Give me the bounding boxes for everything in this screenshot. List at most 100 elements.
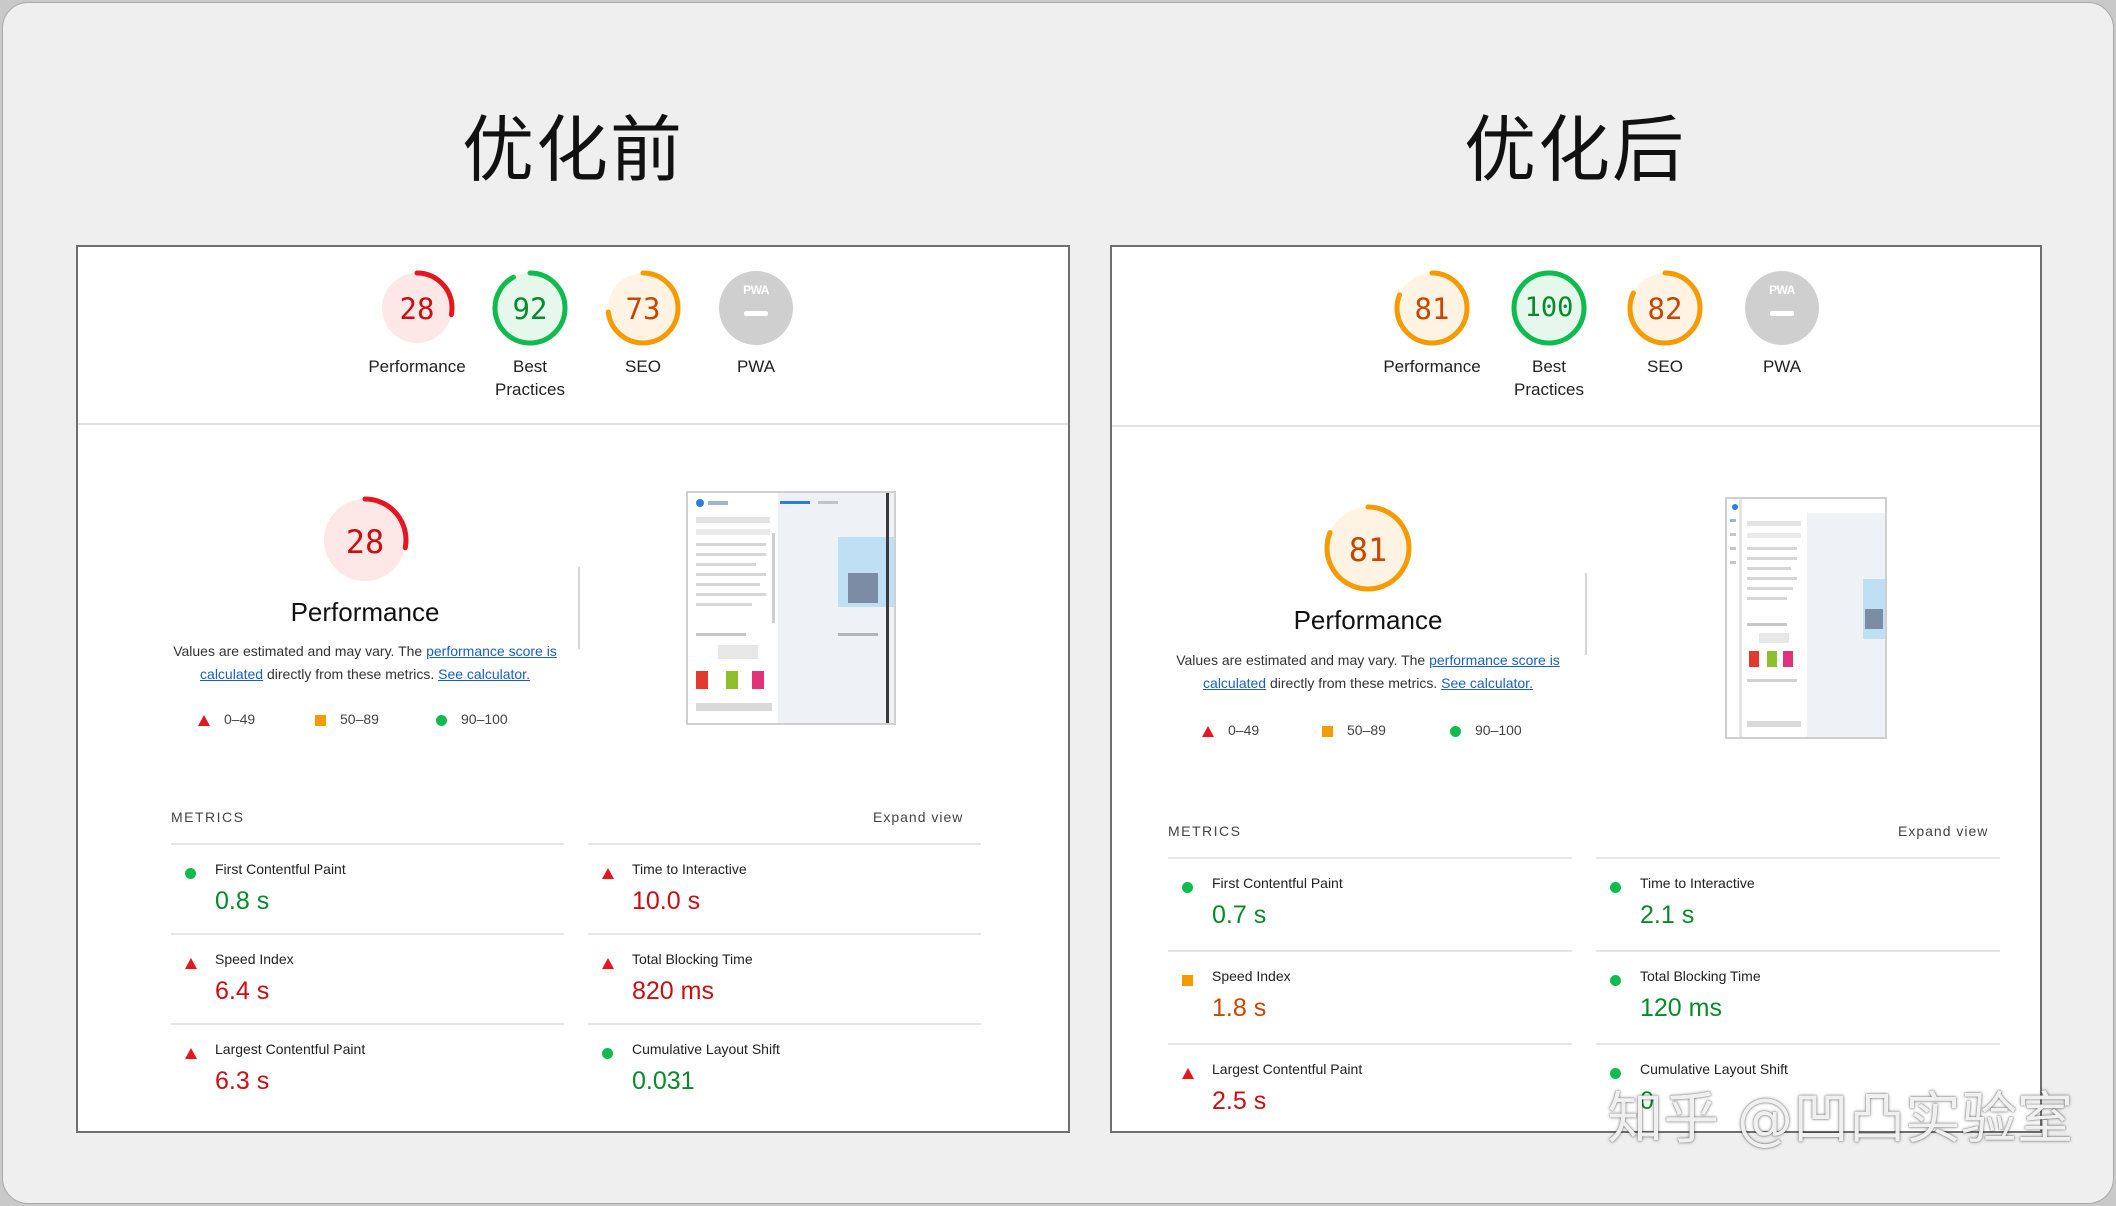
gauge-label: SEO bbox=[1647, 357, 1683, 376]
metric-name: Largest Contentful Paint bbox=[215, 1041, 366, 1057]
gauge-seo[interactable]: 82 SEO bbox=[1600, 269, 1730, 378]
gauge-label: PWA bbox=[1762, 357, 1802, 376]
gauge-seo[interactable]: 73 SEO bbox=[578, 269, 708, 378]
gauge-best-practices[interactable]: 92 Best Practices bbox=[465, 269, 595, 401]
metric-name: Largest Contentful Paint bbox=[1212, 1061, 1363, 1077]
gauge-performance[interactable]: 28 Performance bbox=[352, 269, 482, 378]
metric-value: 0.031 bbox=[632, 1067, 695, 1095]
lighthouse-report-before: 28 Performance 92 Best Practices 73 SEO … bbox=[76, 245, 1070, 1133]
score-legend: 0–49 50–89 90–100 bbox=[198, 711, 598, 731]
metric-speed-index: Speed Index 6.4 s bbox=[171, 933, 564, 1025]
circle-icon bbox=[1610, 975, 1621, 987]
legend-green: 90–100 bbox=[1450, 722, 1522, 738]
comparison-frame: 优化前 28 Performance 92 Best Practices 73 … bbox=[2, 2, 2114, 1204]
see-calculator-link[interactable]: See calculator. bbox=[1441, 675, 1533, 691]
desc-text: Values are estimated and may vary. The bbox=[173, 643, 427, 659]
desc-text: directly from these metrics. bbox=[1266, 675, 1442, 691]
metric-value: 120 ms bbox=[1640, 994, 1722, 1022]
circle-icon bbox=[436, 714, 447, 726]
see-calculator-link[interactable]: See calculator. bbox=[438, 666, 530, 682]
page-screenshot-icon bbox=[688, 493, 894, 723]
circle-icon bbox=[185, 868, 196, 880]
metrics-label: METRICS bbox=[1168, 823, 1242, 839]
desc-text: Values are estimated and may vary. The bbox=[1176, 652, 1430, 668]
circle-icon bbox=[602, 1048, 613, 1060]
metric-cumulative-layout-shift: Cumulative Layout Shift 0.031 bbox=[588, 1023, 981, 1115]
expand-view-button[interactable]: Expand view bbox=[1898, 823, 1988, 839]
metric-name: Speed Index bbox=[1212, 968, 1291, 984]
gauge-score: 28 bbox=[399, 292, 435, 326]
metric-total-blocking-time: Total Blocking Time 820 ms bbox=[588, 933, 981, 1025]
gauge-pwa[interactable]: PWA PWA bbox=[1717, 269, 1847, 378]
pwa-dash-icon bbox=[1770, 311, 1794, 316]
metric-value: 0.7 s bbox=[1212, 901, 1267, 929]
watermark: 知乎 @凹凸实验室 bbox=[1607, 1087, 2073, 1152]
gauge-best-practices[interactable]: 100 Best Practices bbox=[1484, 269, 1614, 401]
lighthouse-report-after: 81 Performance 100 Best Practices 82 SEO… bbox=[1110, 245, 2042, 1133]
page-screenshot-icon bbox=[1727, 499, 1885, 737]
performance-score: 81 bbox=[1348, 531, 1388, 569]
metric-total-blocking-time: Total Blocking Time 120 ms bbox=[1596, 950, 2000, 1045]
gauge-performance[interactable]: 81 Performance bbox=[1367, 269, 1497, 378]
metrics-label: METRICS bbox=[171, 809, 245, 825]
score-legend: 0–49 50–89 90–100 bbox=[1202, 722, 1602, 742]
gauge-label: Performance bbox=[1383, 357, 1481, 376]
metric-name: First Contentful Paint bbox=[215, 861, 346, 877]
performance-score-gauge: 28 bbox=[320, 495, 410, 585]
desc-text: directly from these metrics. bbox=[263, 666, 439, 682]
gauge-score: 92 bbox=[512, 292, 548, 326]
metric-value: 10.0 s bbox=[632, 887, 701, 915]
divider bbox=[78, 423, 1068, 425]
performance-score: 28 bbox=[345, 523, 385, 561]
triangle-icon bbox=[198, 714, 210, 726]
circle-icon bbox=[1450, 725, 1461, 737]
metric-name: Cumulative Layout Shift bbox=[632, 1041, 780, 1057]
vertical-divider bbox=[578, 567, 580, 649]
triangle-icon bbox=[1202, 725, 1214, 737]
metric-value: 2.1 s bbox=[1640, 901, 1695, 929]
metric-largest-contentful-paint: Largest Contentful Paint 2.5 s bbox=[1168, 1043, 1572, 1131]
metric-value: 6.3 s bbox=[215, 1067, 270, 1095]
legend-orange: 50–89 bbox=[1322, 722, 1386, 738]
legend-orange: 50–89 bbox=[315, 711, 379, 727]
triangle-icon bbox=[185, 1048, 197, 1060]
heading-before: 优化前 bbox=[461, 108, 684, 192]
metric-value: 0.8 s bbox=[215, 887, 270, 915]
gauge-pwa[interactable]: PWA PWA bbox=[691, 269, 821, 378]
pwa-dash-icon bbox=[744, 311, 768, 316]
metric-name: Time to Interactive bbox=[1640, 875, 1755, 891]
square-icon bbox=[1182, 975, 1193, 987]
metric-value: 820 ms bbox=[632, 977, 714, 1005]
gauge-score: 73 bbox=[625, 292, 661, 326]
performance-description: Values are estimated and may vary. The p… bbox=[1158, 649, 1578, 695]
metric-name: Total Blocking Time bbox=[632, 951, 753, 967]
pwa-icon bbox=[1745, 271, 1819, 345]
triangle-icon bbox=[602, 958, 614, 970]
metric-first-contentful-paint: First Contentful Paint 0.8 s bbox=[171, 843, 564, 935]
vertical-divider bbox=[1585, 573, 1587, 655]
gauge-label: SEO bbox=[625, 357, 661, 376]
final-screenshot-thumbnail[interactable] bbox=[1725, 497, 1887, 739]
metric-name: Total Blocking Time bbox=[1640, 968, 1761, 984]
performance-score-gauge: 81 bbox=[1323, 503, 1413, 593]
metric-value: 2.5 s bbox=[1212, 1087, 1267, 1115]
gauge-label: Best Practices bbox=[495, 357, 565, 399]
metric-name: Speed Index bbox=[215, 951, 294, 967]
gauge-label: Best Practices bbox=[1514, 357, 1584, 399]
gauge-label: Performance bbox=[368, 357, 466, 376]
triangle-icon bbox=[185, 958, 197, 970]
gauge-score: 81 bbox=[1414, 292, 1450, 326]
legend-red: 0–49 bbox=[1202, 722, 1259, 738]
metric-name: First Contentful Paint bbox=[1212, 875, 1343, 891]
metric-largest-contentful-paint: Largest Contentful Paint 6.3 s bbox=[171, 1023, 564, 1115]
category-gauges: 28 Performance 92 Best Practices 73 SEO … bbox=[78, 247, 1068, 427]
metric-time-to-interactive: Time to Interactive 10.0 s bbox=[588, 843, 981, 935]
triangle-icon bbox=[1182, 1068, 1194, 1080]
final-screenshot-thumbnail[interactable] bbox=[686, 491, 896, 725]
expand-view-button[interactable]: Expand view bbox=[873, 809, 963, 825]
performance-title: Performance bbox=[1293, 605, 1443, 635]
circle-icon bbox=[1610, 882, 1621, 894]
legend-green: 90–100 bbox=[436, 711, 508, 727]
pwa-icon bbox=[719, 271, 793, 345]
divider bbox=[1112, 425, 2040, 427]
